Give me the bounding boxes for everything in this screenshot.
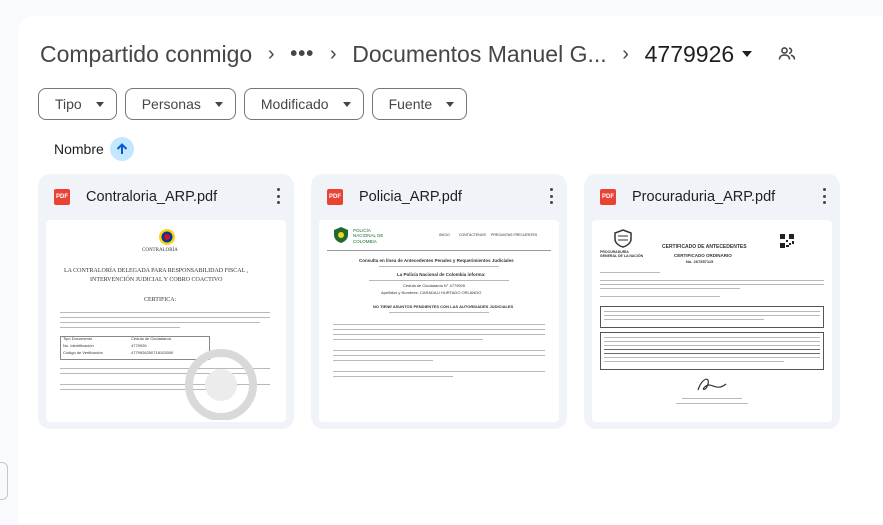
chevron-right-icon: › bbox=[267, 42, 275, 65]
file-card-header: PDF Procuraduria_ARP.pdf bbox=[584, 174, 840, 220]
dropdown-arrow-icon bbox=[446, 101, 455, 107]
more-vert-icon[interactable] bbox=[822, 188, 826, 204]
preview-nav: CONTÁCTENOS bbox=[459, 233, 486, 237]
file-card-header: PDF Contraloria_ARP.pdf bbox=[38, 174, 294, 220]
file-name: Procuraduria_ARP.pdf bbox=[632, 189, 776, 205]
file-name: Contraloria_ARP.pdf bbox=[86, 189, 218, 205]
filter-people[interactable]: Personas bbox=[124, 88, 236, 120]
dropdown-arrow-icon bbox=[95, 101, 104, 107]
preview-subheading: CERTIFICA: bbox=[144, 297, 177, 303]
file-card[interactable]: PDF Procuraduria_ARP.pdf PROCURADURÍA GE… bbox=[584, 174, 840, 429]
file-preview: CONTRALORÍA LA CONTRALORÍA DELEGADA PARA… bbox=[46, 220, 286, 422]
preview-nav: PREGUNTAS FRECUENTES bbox=[491, 233, 538, 237]
signature bbox=[697, 378, 727, 391]
preview-org: CONTRALORÍA bbox=[142, 248, 178, 253]
preview-status: NO TIENE ASUNTOS PENDIENTES CON LAS AUTO… bbox=[373, 304, 514, 309]
breadcrumb-current-folder[interactable]: 4779926 bbox=[643, 39, 755, 70]
breadcrumb-folder[interactable]: Documentos Manuel G... bbox=[350, 39, 608, 70]
filter-source-label: Fuente bbox=[388, 96, 433, 112]
preview-subtitle: CERTIFICADO ORDINARIO bbox=[674, 253, 732, 258]
more-vert-icon[interactable] bbox=[276, 188, 280, 204]
preview-subheading: La Policía Nacional de Colombia informa: bbox=[397, 272, 486, 277]
chevron-right-icon: › bbox=[329, 42, 337, 65]
file-card-header: PDF Policia_ARP.pdf bbox=[311, 174, 567, 220]
file-card[interactable]: PDF Contraloria_ARP.pdf CONTRALORÍA LA C… bbox=[38, 174, 294, 429]
coat-of-arms-logo bbox=[614, 229, 632, 248]
pdf-icon: PDF bbox=[600, 189, 616, 205]
breadcrumb-shared-with-me[interactable]: Compartido conmigo bbox=[38, 39, 254, 70]
pdf-icon: PDF bbox=[327, 189, 343, 205]
filter-bar: Tipo Personas Modificado Fuente bbox=[38, 88, 468, 120]
sort-control: Nombre bbox=[54, 137, 134, 161]
preview-notice-box bbox=[600, 306, 824, 328]
caret-down-icon bbox=[742, 51, 753, 57]
file-card[interactable]: PDF Policia_ARP.pdf POLICÍA NACIONAL DE … bbox=[311, 174, 567, 429]
filter-modified[interactable]: Modificado bbox=[243, 88, 364, 120]
preview-name: Apellidos y Nombres: CARADALI HURTADO OR… bbox=[381, 290, 482, 295]
preview-number: No. 267557115 bbox=[686, 259, 714, 264]
filter-type[interactable]: Tipo bbox=[38, 88, 117, 120]
chevron-right-icon: › bbox=[622, 42, 629, 65]
preview-title: CERTIFICADO DE ANTECEDENTES bbox=[662, 244, 747, 250]
more-vert-icon[interactable] bbox=[549, 188, 553, 204]
dropdown-arrow-icon bbox=[342, 101, 351, 107]
preview-note-box bbox=[600, 332, 824, 370]
arrow-up-icon bbox=[116, 143, 128, 154]
file-preview: PROCURADURÍA GENERAL DE LA NACIÓN CERTIF… bbox=[592, 220, 832, 422]
preview-org: POLICÍA NACIONAL DE COLOMBIA bbox=[353, 228, 384, 244]
breadcrumb-overflow-button[interactable]: ••• bbox=[288, 43, 316, 66]
filter-people-label: Personas bbox=[141, 96, 201, 112]
people-icon[interactable] bbox=[778, 45, 796, 63]
scroll-handle[interactable] bbox=[0, 462, 8, 500]
preview-heading: INTERVENCIÓN JUDICIAL Y COBRO COACTIVO bbox=[90, 277, 223, 283]
filter-source[interactable]: Fuente bbox=[371, 88, 468, 120]
pdf-icon: PDF bbox=[54, 189, 70, 205]
sort-by-name[interactable]: Nombre bbox=[54, 141, 104, 157]
dropdown-arrow-icon bbox=[214, 101, 223, 107]
sort-direction-button[interactable] bbox=[109, 137, 134, 161]
file-name: Policia_ARP.pdf bbox=[359, 189, 462, 205]
breadcrumb: Compartido conmigo › ••• › Documentos Ma… bbox=[38, 36, 796, 72]
preview-nav: INICIO bbox=[439, 233, 450, 237]
qr-code bbox=[780, 234, 794, 248]
preview-org: PROCURADURÍA GENERAL DE LA NACIÓN bbox=[600, 250, 644, 259]
watermark-seal bbox=[185, 349, 257, 420]
filter-modified-label: Modificado bbox=[260, 96, 329, 112]
police-shield-logo bbox=[334, 227, 348, 243]
preview-heading: LA CONTRALORÍA DELEGADA PARA RESPONSABIL… bbox=[64, 268, 249, 274]
contraloria-logo bbox=[159, 229, 175, 245]
file-preview: POLICÍA NACIONAL DE COLOMBIA INICIO CONT… bbox=[319, 220, 559, 422]
preview-heading: Consulta en línea de Antecedentes Penale… bbox=[359, 258, 514, 263]
current-folder-label: 4779926 bbox=[644, 40, 735, 67]
filter-type-label: Tipo bbox=[55, 96, 82, 112]
preview-id: Cédula de Ciudadanía N° 4779926 bbox=[403, 283, 466, 288]
